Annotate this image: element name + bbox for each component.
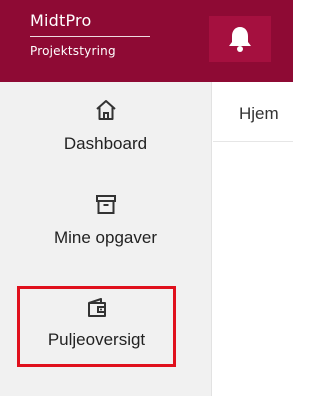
sidebar-item-label: Puljeoversigt	[47, 330, 146, 349]
app-window: MidtPro Projektstyring Dashboard Mine op…	[0, 0, 293, 396]
sidebar: Dashboard Mine opgaver Puljeoversigt	[0, 82, 212, 396]
brand[interactable]: MidtPro Projektstyring	[30, 10, 150, 59]
main-content: Hjem	[213, 82, 293, 396]
brand-title: MidtPro	[30, 11, 92, 30]
brand-subtitle: Projektstyring	[30, 44, 116, 58]
wallet-icon	[87, 298, 106, 317]
archive-box-icon	[95, 195, 116, 214]
sidebar-item-dashboard[interactable]: Dashboard	[0, 98, 211, 154]
notifications-button[interactable]	[209, 16, 271, 62]
top-header: MidtPro Projektstyring	[0, 0, 293, 82]
brand-divider	[30, 36, 150, 37]
home-icon	[95, 100, 116, 120]
sidebar-item-label: Mine opgaver	[53, 228, 157, 247]
sidebar-item-puljeoversigt[interactable]: Puljeoversigt	[17, 286, 176, 367]
sidebar-item-mine-opgaver[interactable]: Mine opgaver	[0, 192, 211, 248]
breadcrumb-home-link[interactable]: Hjem	[239, 104, 279, 124]
sidebar-item-label: Dashboard	[63, 134, 148, 153]
breadcrumb: Hjem	[213, 82, 293, 142]
bell-icon	[229, 27, 251, 52]
